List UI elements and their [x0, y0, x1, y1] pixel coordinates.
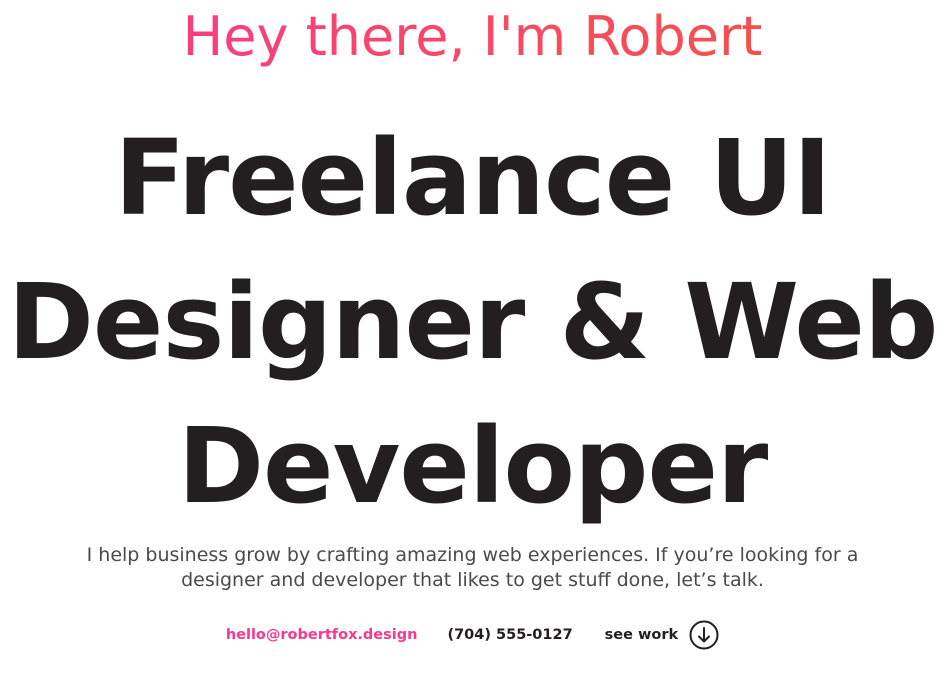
- hero-section: Hey there, I'm Robert Freelance UI Desig…: [0, 0, 945, 683]
- see-work-link[interactable]: see work: [605, 620, 720, 650]
- contact-row: hello@robertfox.design (704) 555-0127 se…: [0, 619, 945, 651]
- see-work-label: see work: [604, 627, 679, 643]
- headline-line-1: Freelance UI: [114, 117, 831, 239]
- headline-line-2: Designer & Web: [7, 261, 939, 383]
- intro-line-2: designer and developer that likes to get…: [181, 569, 764, 591]
- intro-line-1: I help business grow by crafting amazing…: [86, 544, 859, 566]
- headline-line-3: Developer: [177, 405, 769, 527]
- greeting-heading: Hey there, I'm Robert: [0, 2, 945, 72]
- arrow-down-circle-icon: [689, 620, 719, 650]
- intro-paragraph: I help business grow by crafting amazing…: [70, 543, 875, 593]
- phone-link[interactable]: (704) 555-0127: [447, 627, 572, 643]
- headline: Freelance UI Designer & Web Developer: [0, 106, 945, 538]
- email-link[interactable]: hello@robertfox.design: [226, 627, 418, 643]
